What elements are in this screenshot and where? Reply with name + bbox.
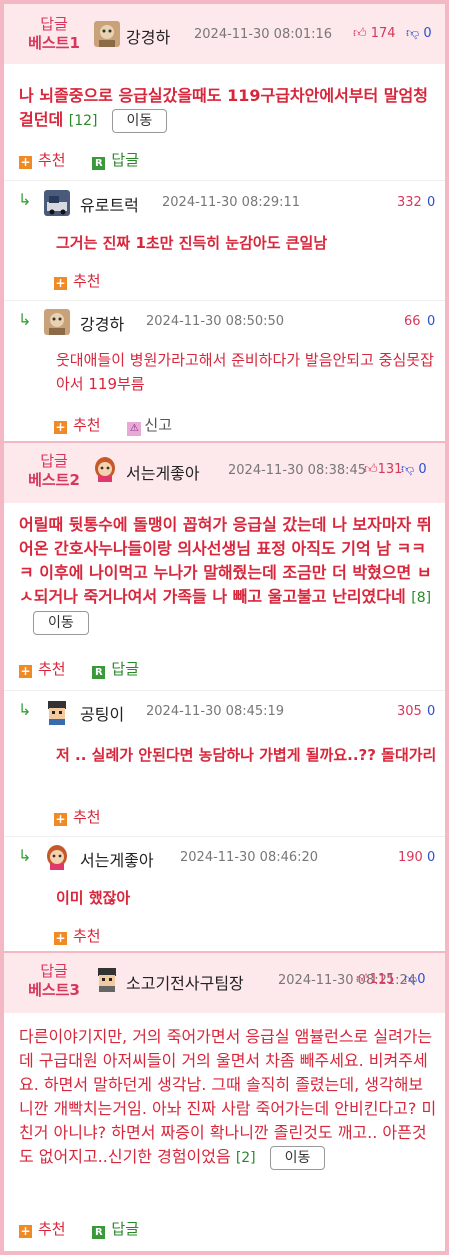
reply-icon: R (92, 157, 106, 170)
best-rank-label: 답글 베스트2 (28, 452, 80, 489)
comment-actions: + 추천 R 답글 (19, 1218, 139, 1239)
comment-date: 2024-11-30 08:46:20 (180, 850, 319, 865)
move-button[interactable]: 이동 (33, 611, 89, 635)
reply-comment: ↳ 유로트럭 2024-11-30 08:29:11 332 0 그거는 진짜 … (4, 180, 445, 300)
reply-comment: ↳ 강경하 2024-11-30 08:50:50 66 0 웃대애들이 병원가… (4, 300, 445, 442)
reply-count: [2] (235, 1150, 256, 1166)
comment-body: 어릴때 뒷통수에 돌맹이 꼽혀가 응급실 갔는데 나 보자마자 뛰어온 간호사누… (19, 513, 437, 635)
author-nick[interactable]: 강경하 (80, 311, 124, 335)
plus-icon: + (54, 276, 67, 290)
downvote-button[interactable]: 👎︎ 0 (401, 462, 427, 477)
upvote-button[interactable]: 👍︎115 (356, 972, 394, 987)
reply-arrow-icon: ↳ (18, 190, 32, 209)
reply-arrow-icon: ↳ (18, 310, 32, 329)
move-button[interactable]: 이동 (111, 109, 168, 133)
comment-date: 2024-11-30 08:38:45 (228, 463, 367, 478)
reply-body: 그거는 진짜 1초만 진득히 눈감아도 큰일남 (56, 234, 328, 252)
downvote-button[interactable]: 👎︎ 0 (406, 26, 432, 41)
thumbs-down-icon: 👎︎ (406, 26, 420, 41)
reply-body: 웃대애들이 병원가라고해서 준비하다가 발음안되고 중심못잡아서 119부름 (56, 351, 434, 393)
reply-comment: ↳ 서는게좋아 2024-11-30 08:46:20 190 0 이미 했잖아… (4, 836, 445, 950)
avatar[interactable] (44, 309, 70, 335)
best-rank-label: 답글 베스트1 (28, 15, 80, 52)
comment-actions: + 추천 R 답글 (19, 149, 139, 170)
avatar[interactable] (44, 844, 70, 870)
recommend-button[interactable]: + 추천 (19, 1220, 66, 1238)
reply-icon: R (92, 1226, 106, 1239)
plus-icon: + (54, 931, 67, 945)
downvote-count[interactable]: 0 (427, 314, 435, 329)
upvote-button[interactable]: 👍︎ 174 (353, 26, 396, 41)
downvote-count[interactable]: 0 (427, 704, 435, 719)
reply-body: 이미 했잖아 (56, 889, 131, 907)
plus-icon: + (19, 155, 32, 169)
report-icon: ⚠ (127, 422, 142, 436)
comment-body: 다른이야기지만, 거의 죽어가면서 응급실 앰뷸런스로 실려가는데 구급대원 아… (19, 1025, 437, 1170)
avatar[interactable] (44, 699, 70, 725)
downvote-count[interactable]: 0 (427, 195, 435, 210)
avatar[interactable] (44, 190, 70, 216)
reply-comment: ↳ 공팅이 2024-11-30 08:45:19 305 0 저 .. 실례가… (4, 690, 445, 836)
comment-body: 나 뇌졸중으로 응급실갔을때도 119구급차안에서부터 말엄청걸던데 [12] 이… (19, 84, 437, 133)
avatar[interactable] (94, 21, 120, 47)
plus-icon: + (54, 812, 67, 826)
report-button[interactable]: ⚠ 신고 (105, 416, 172, 436)
reply-icon: R (92, 666, 106, 679)
downvote-button[interactable]: 👎︎0 (404, 972, 425, 987)
comment-date: 2024-11-30 08:45:19 (146, 704, 285, 719)
recommend-button[interactable]: + 추천 (54, 806, 101, 827)
thumbs-up-icon: 👍︎ (364, 462, 378, 477)
recommend-button[interactable]: + 추천 (54, 270, 101, 291)
thumbs-up-icon: 👍︎ (356, 972, 370, 987)
upvote-button[interactable]: 👍︎131 (364, 462, 402, 477)
reply-button[interactable]: R 답글 (70, 660, 139, 679)
author-nick[interactable]: 공팅이 (80, 701, 124, 725)
reply-count: [8] (411, 590, 432, 606)
author-nick[interactable]: 유로트럭 (80, 192, 139, 216)
author-nick[interactable]: 서는게좋아 (126, 460, 200, 484)
upvote-count[interactable]: 332 (397, 195, 422, 210)
plus-icon: + (54, 420, 67, 434)
comment-date: 2024-11-30 08:50:50 (146, 314, 285, 329)
reply-button[interactable]: R 답글 (70, 1220, 139, 1239)
best-comment-header: 답글 베스트3 소고기전사구팀장 2024-11-30 08:21:24 👍︎1… (4, 953, 445, 1013)
comment-date: 2024-11-30 08:01:16 (194, 27, 333, 42)
reply-button[interactable]: R 답글 (70, 151, 139, 170)
best-rank-label: 답글 베스트3 (28, 962, 80, 999)
recommend-button[interactable]: + 추천 (54, 925, 101, 946)
best-comment-header: 답글 베스트1 강경하 2024-11-30 08:01:16 👍︎ 174 👎… (4, 4, 445, 64)
thumbs-down-icon: 👎︎ (401, 462, 415, 477)
comment-date: 2024-11-30 08:21:24 (278, 973, 417, 988)
recommend-button[interactable]: + 추천 (19, 660, 66, 678)
best-comment-header: 답글 베스트2 서는게좋아 2024-11-30 08:38:45 👍︎131 … (4, 443, 445, 503)
upvote-count[interactable]: 190 (398, 850, 423, 865)
reply-count: [12] (68, 113, 98, 129)
move-button[interactable]: 이동 (269, 1146, 326, 1170)
thumbs-down-icon: 👎︎ (404, 972, 418, 987)
reply-body: 저 .. 실례가 안된다면 농담하나 가볍게 될까요..?? 돌대가리 (56, 746, 437, 764)
upvote-count[interactable]: 305 (397, 704, 422, 719)
recommend-button[interactable]: + 추천 (19, 151, 66, 169)
comment-actions: + 추천 R 답글 (19, 658, 139, 679)
thumbs-up-icon: 👍︎ (353, 26, 367, 41)
plus-icon: + (19, 1224, 32, 1238)
comment-date: 2024-11-30 08:29:11 (162, 195, 301, 210)
avatar[interactable] (94, 966, 120, 992)
avatar[interactable] (92, 456, 118, 482)
plus-icon: + (19, 664, 32, 678)
author-nick[interactable]: 소고기전사구팀장 (126, 970, 244, 994)
reply-arrow-icon: ↳ (18, 700, 32, 719)
upvote-count[interactable]: 66 (404, 314, 421, 329)
reply-actions: + 추천 ⚠ 신고 (54, 414, 172, 436)
reply-arrow-icon: ↳ (18, 846, 32, 865)
author-nick[interactable]: 강경하 (126, 24, 170, 48)
recommend-button[interactable]: + 추천 (54, 416, 101, 434)
author-nick[interactable]: 서는게좋아 (80, 847, 154, 871)
downvote-count[interactable]: 0 (427, 850, 435, 865)
